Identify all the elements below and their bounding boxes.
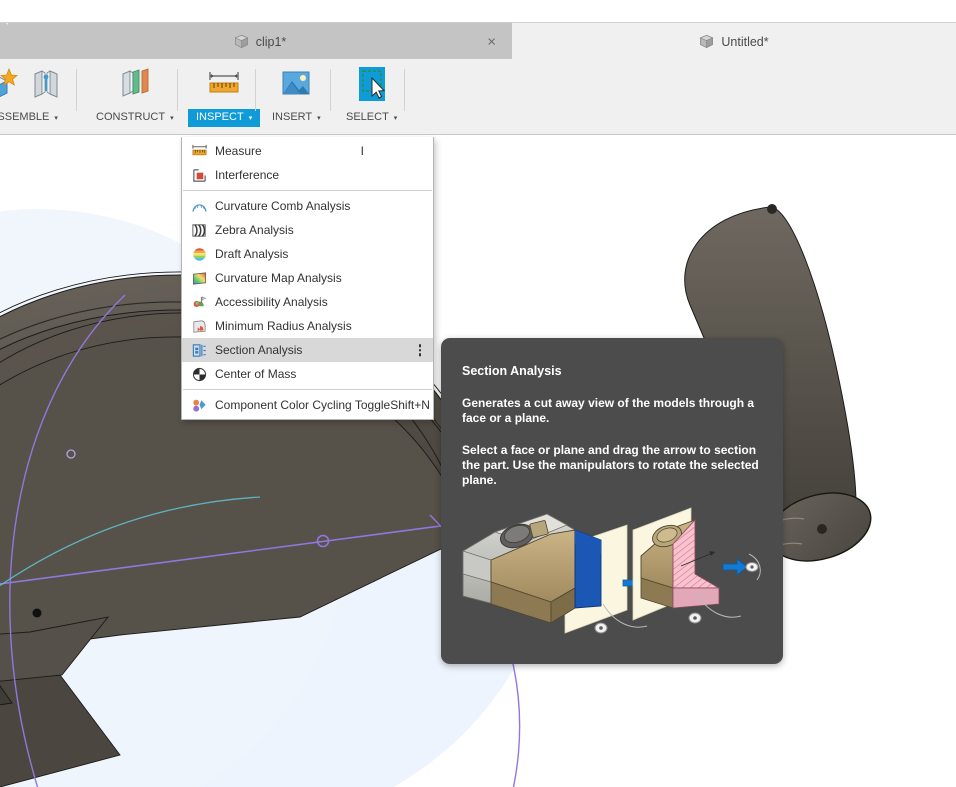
curvature-map-icon	[190, 269, 208, 287]
section-arrow-icon	[722, 558, 748, 576]
accessibility-analysis-icon	[190, 293, 208, 311]
command-tooltip: Section Analysis Generates a cut away vi…	[441, 338, 783, 664]
menu-item-center-of-mass[interactable]: Center of Mass	[182, 362, 433, 386]
measure-ruler-icon[interactable]	[204, 64, 244, 104]
ribbon-group-insert[interactable]: INSERT ▾	[264, 59, 329, 135]
menu-item-accessibility-analysis[interactable]: Accessibility Analysis	[182, 290, 433, 314]
sketch-origin-point[interactable]	[32, 608, 42, 618]
menu-item-label: Accessibility Analysis	[215, 295, 328, 309]
tab-untitled[interactable]: Untitled*	[512, 23, 956, 60]
menu-item-label: Minimum Radius Analysis	[215, 319, 352, 333]
cube-icon	[234, 34, 249, 49]
menu-divider	[183, 190, 432, 191]
fusion360-window: clip1* × Untitled* SSEMBLE ▾ CONSTRUCT ▾…	[0, 0, 956, 787]
document-tab-bar: clip1* × Untitled*	[0, 22, 956, 60]
menu-item-zebra-analysis[interactable]: Zebra Analysis	[182, 218, 433, 242]
menu-item-curvature-map-analysis[interactable]: Curvature Map Analysis	[182, 266, 433, 290]
section-plane-blue-illustration	[462, 513, 663, 634]
ribbon-label-text: INSERT	[272, 111, 313, 123]
insert-image-icon[interactable]	[276, 64, 316, 104]
section-analysis-icon	[190, 341, 208, 359]
tab-clip1[interactable]: clip1* ×	[8, 23, 512, 60]
chevron-down-icon: ▾	[170, 115, 174, 122]
zebra-analysis-icon	[190, 221, 208, 239]
menu-item-component-color-cycling-toggle[interactable]: Component Color Cycling Toggle Shift+N	[182, 393, 433, 417]
draft-analysis-icon	[190, 245, 208, 263]
ribbon-label-text: SELECT	[346, 111, 389, 123]
section-hatched-pink-illustration	[632, 507, 761, 624]
menu-item-label: Interference	[215, 168, 280, 182]
ribbon-separator	[255, 69, 256, 111]
menu-item-label: Component Color Cycling Toggle	[215, 398, 391, 412]
menu-item-section-analysis[interactable]: Section Analysis	[182, 338, 433, 362]
menu-item-label: Measure	[215, 144, 262, 158]
menu-item-shortcut: I	[360, 144, 364, 158]
menu-item-label: Section Analysis	[215, 343, 303, 357]
window-top-strip	[0, 0, 956, 22]
joint-icon[interactable]	[26, 64, 66, 104]
ribbon-toolbar: ASSEMBLE ▾ CONSTRUCT ▾	[0, 59, 956, 135]
close-icon[interactable]: ×	[487, 34, 496, 49]
menu-item-interference[interactable]: Interference	[182, 163, 433, 187]
ribbon-label-select[interactable]: SELECT ▾	[338, 109, 405, 127]
ribbon-label-insert[interactable]: INSERT ▾	[264, 109, 329, 127]
ribbon-separator	[330, 69, 331, 111]
ribbon-separator	[76, 69, 77, 111]
menu-item-minimum-radius-analysis[interactable]: Minimum Radius Analysis	[182, 314, 433, 338]
ribbon-label-text: ASSEMBLE	[0, 111, 50, 123]
menu-item-label: Draft Analysis	[215, 247, 289, 261]
ribbon-group-inspect[interactable]: INSPECT ▾	[188, 59, 261, 135]
cylinder-center-point	[817, 524, 827, 534]
menu-item-measure[interactable]: Measure I	[182, 139, 433, 163]
menu-item-label: Zebra Analysis	[215, 223, 294, 237]
ribbon-group-assemble[interactable]: ASSEMBLE ▾	[0, 59, 66, 135]
overflow-menu-icon[interactable]	[418, 344, 421, 356]
chevron-down-icon: ▾	[54, 115, 58, 122]
ribbon-label-text: INSPECT	[196, 111, 244, 123]
chevron-down-icon: ▾	[317, 115, 321, 122]
tab-scroll-left-edge[interactable]	[0, 23, 8, 60]
menu-item-label: Curvature Map Analysis	[215, 271, 342, 285]
select-cursor-icon[interactable]	[352, 64, 392, 104]
ribbon-label-text: CONSTRUCT	[96, 111, 166, 123]
ribbon-group-select[interactable]: SELECT ▾	[338, 59, 405, 135]
new-component-icon[interactable]	[0, 64, 22, 104]
menu-item-draft-analysis[interactable]: Draft Analysis	[182, 242, 433, 266]
tooltip-illustrations	[455, 478, 771, 653]
tab-label: clip1*	[255, 34, 287, 49]
inspect-dropdown-menu[interactable]: Measure I Interference Curvature Comb An…	[181, 137, 434, 420]
menu-item-label: Center of Mass	[215, 367, 297, 381]
offset-plane-icon[interactable]	[115, 64, 155, 104]
minimum-radius-icon	[190, 317, 208, 335]
ribbon-separator	[177, 69, 178, 111]
cube-icon	[699, 34, 714, 49]
measure-ruler-icon	[190, 142, 208, 160]
ribbon-label-inspect[interactable]: INSPECT ▾	[188, 109, 261, 127]
menu-divider	[183, 389, 432, 390]
center-of-mass-icon	[190, 365, 208, 383]
tooltip-title: Section Analysis	[462, 364, 562, 378]
ribbon-group-construct[interactable]: CONSTRUCT ▾	[88, 59, 182, 135]
menu-item-curvature-comb-analysis[interactable]: Curvature Comb Analysis	[182, 194, 433, 218]
ribbon-separator	[404, 69, 405, 111]
ribbon-label-construct[interactable]: CONSTRUCT ▾	[88, 109, 182, 127]
ribbon-label-assemble[interactable]: ASSEMBLE ▾	[0, 109, 66, 127]
chevron-down-icon: ▾	[393, 115, 398, 122]
color-cycling-icon	[190, 396, 208, 414]
chevron-down-icon: ▾	[248, 115, 253, 122]
menu-item-shortcut: Shift+N	[390, 398, 430, 412]
menu-item-label: Curvature Comb Analysis	[215, 199, 351, 213]
interference-icon	[190, 166, 208, 184]
tooltip-paragraph-1: Generates a cut away view of the models …	[462, 396, 755, 425]
curvature-comb-icon	[190, 197, 208, 215]
tab-label: Untitled*	[721, 34, 769, 49]
